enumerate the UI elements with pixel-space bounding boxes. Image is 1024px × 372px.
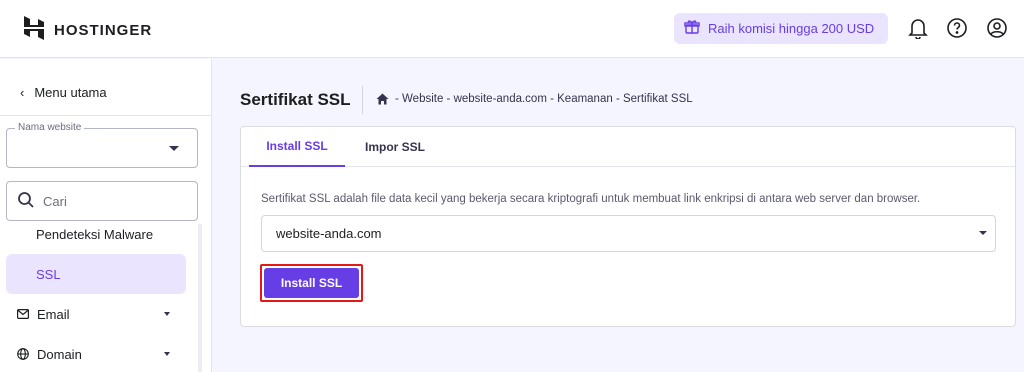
website-name-legend: Nama website <box>15 122 85 133</box>
globe-icon <box>17 348 29 360</box>
hostinger-logo-icon <box>24 16 44 45</box>
sidebar-item-domain[interactable]: Domain <box>0 344 198 364</box>
chevron-left-icon: ‹ <box>20 85 25 100</box>
home-icon[interactable] <box>376 93 389 105</box>
back-link-label: Menu utama <box>34 85 107 100</box>
tab-label: Install SSL <box>266 139 328 153</box>
sidebar-item-label: Domain <box>37 346 82 362</box>
tab-install-ssl[interactable]: Install SSL <box>249 127 345 167</box>
back-to-main-menu-link[interactable]: ‹ Menu utama <box>20 85 107 100</box>
sidebar: ‹ Menu utama Nama website Cari Pendeteks… <box>0 59 212 372</box>
gift-icon <box>684 19 700 38</box>
chevron-down-icon <box>164 352 170 356</box>
tab-impor-ssl[interactable]: Impor SSL <box>355 127 435 167</box>
ssl-tabs: Install SSL Impor SSL <box>241 127 1015 167</box>
sidebar-scrollbar[interactable] <box>198 224 202 372</box>
chevron-down-icon <box>979 231 987 235</box>
ssl-card: Install SSL Impor SSL Sertifikat SSL ada… <box>240 126 1016 327</box>
chevron-down-icon <box>164 312 170 316</box>
account-icon[interactable] <box>985 16 1009 40</box>
sidebar-item-pendeteksi-malware[interactable]: Pendeteksi Malware <box>0 225 198 243</box>
domain-select[interactable]: website-anda.com <box>261 215 996 252</box>
chevron-down-icon <box>169 146 179 151</box>
title-separator <box>362 86 363 114</box>
sidebar-item-ssl[interactable]: SSL <box>6 254 186 294</box>
sidebar-search-input[interactable]: Cari <box>6 181 198 221</box>
referral-promo-button[interactable]: Raih komisi hingga 200 USD <box>674 13 888 44</box>
sidebar-item-email[interactable]: Email <box>0 304 198 324</box>
sidebar-item-label: Pendeteksi Malware <box>36 226 154 242</box>
sidebar-item-label: SSL <box>36 266 61 282</box>
page-title: Sertifikat SSL <box>240 90 351 109</box>
help-icon[interactable] <box>945 16 969 40</box>
breadcrumb: - Website - website-anda.com - Keamanan … <box>376 93 693 105</box>
search-icon <box>17 191 35 212</box>
website-name-select[interactable]: Nama website <box>6 122 198 168</box>
sidebar-item-label: Email <box>37 306 70 322</box>
hostinger-logo[interactable]: HOSTINGER <box>24 16 152 45</box>
search-placeholder: Cari <box>43 193 67 209</box>
mail-icon <box>17 309 29 319</box>
sidebar-divider <box>0 115 211 116</box>
promo-text: Raih komisi hingga 200 USD <box>708 21 875 36</box>
logo-text: HOSTINGER <box>54 22 153 39</box>
top-bar: HOSTINGER Raih komisi hingga 200 USD <box>0 0 1024 58</box>
install-ssl-button[interactable]: Install SSL <box>264 268 359 298</box>
breadcrumb-path: - Website - website-anda.com - Keamanan … <box>395 93 693 105</box>
ssl-description: Sertifikat SSL adalah file data kecil ya… <box>261 193 921 205</box>
tab-label: Impor SSL <box>364 140 425 154</box>
install-button-highlight: Install SSL <box>260 264 363 302</box>
domain-select-value: website-anda.com <box>276 226 382 241</box>
bell-icon[interactable] <box>906 16 930 40</box>
